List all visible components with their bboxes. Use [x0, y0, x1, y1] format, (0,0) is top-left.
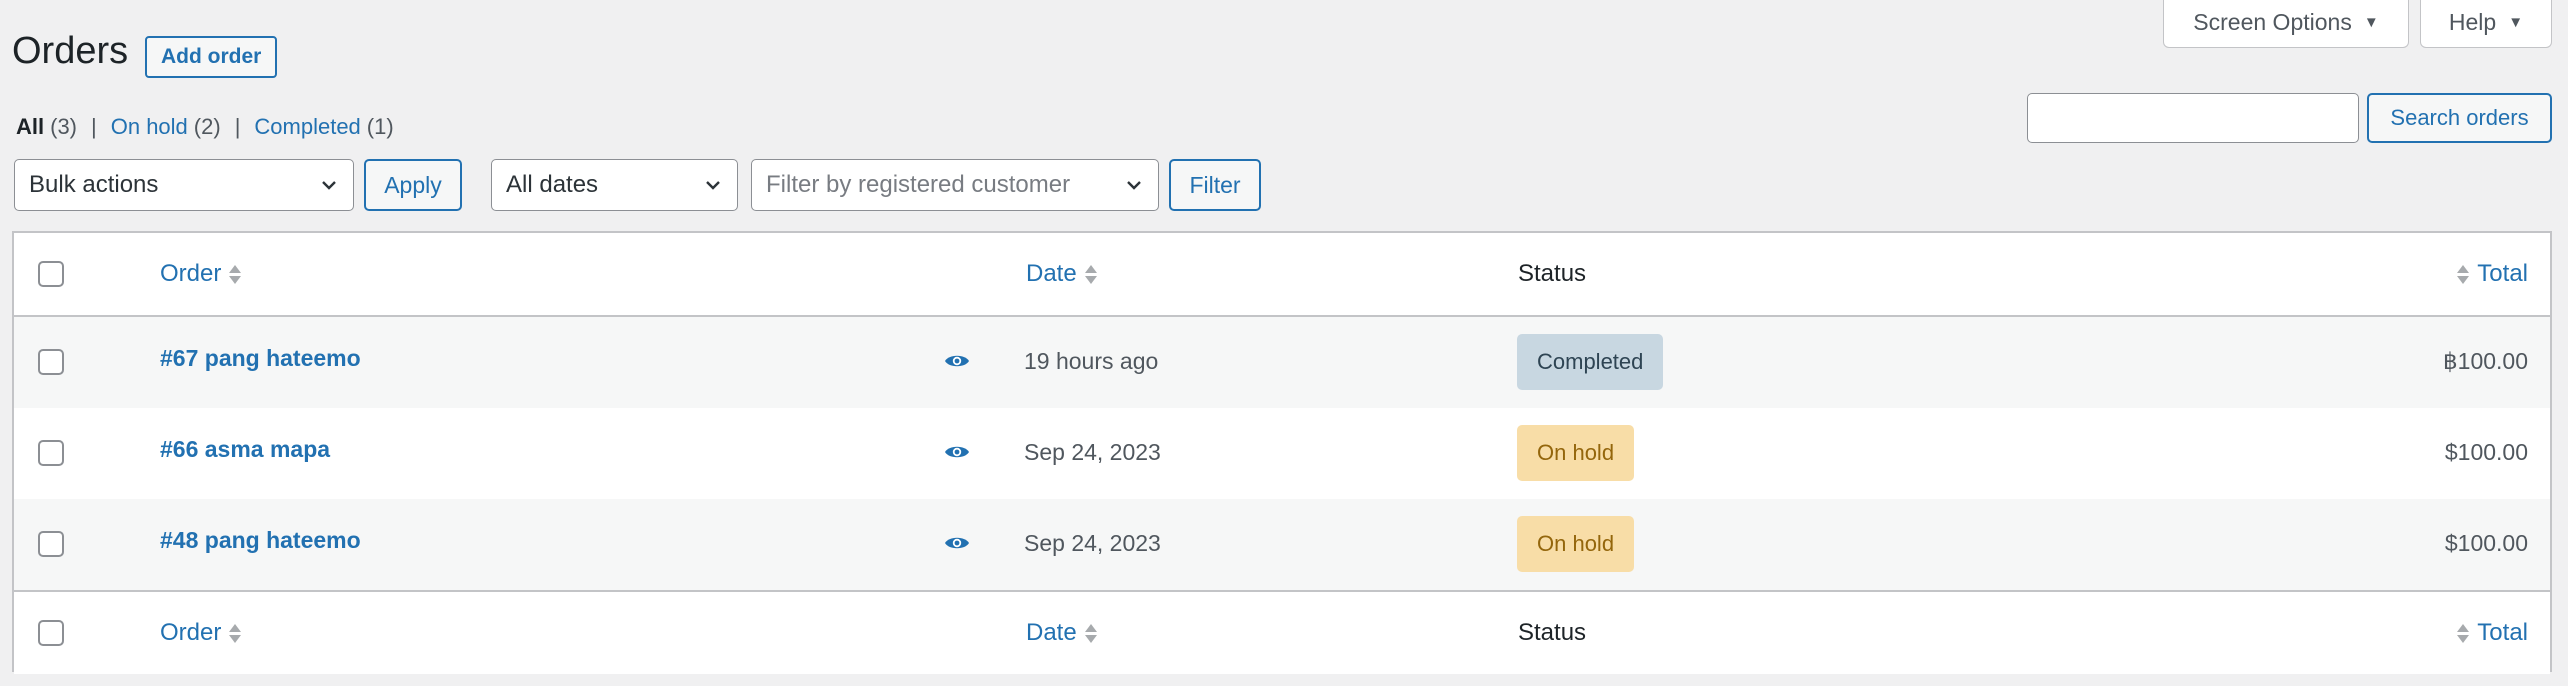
order-date: Sep 24, 2023 [1024, 530, 1161, 556]
eye-icon[interactable] [944, 443, 970, 461]
filter-button[interactable]: Filter [1169, 159, 1261, 211]
order-total: ฿100.00 [2443, 348, 2528, 374]
help-label: Help [2448, 9, 2497, 35]
page-title: Orders [12, 30, 129, 72]
status-badge: On hold [1517, 425, 1635, 481]
row-checkbox[interactable] [38, 440, 64, 466]
eye-icon[interactable] [944, 534, 970, 552]
date-column-header[interactable]: Date [1026, 617, 1097, 649]
filter-all-link[interactable]: All [16, 114, 44, 140]
order-date: Sep 24, 2023 [1024, 439, 1161, 465]
status-column-header: Status [1518, 258, 1586, 290]
eye-icon[interactable] [944, 352, 970, 370]
filter-separator: | [91, 114, 97, 139]
customer-filter-placeholder: Filter by registered customer [766, 171, 1071, 198]
row-checkbox[interactable] [38, 349, 64, 375]
order-link[interactable]: #67 pang hateemo [160, 345, 361, 372]
search-orders-input[interactable] [2027, 93, 2359, 143]
order-column-label: Order [160, 619, 222, 646]
chevron-down-icon [1127, 181, 1141, 190]
bulk-actions-value: Bulk actions [29, 171, 159, 198]
filter-on-hold-link[interactable]: On hold [111, 114, 188, 140]
dates-select[interactable]: All dates [491, 159, 738, 211]
sort-arrows-icon [229, 264, 242, 284]
customer-filter-select[interactable]: Filter by registered customer [751, 159, 1159, 211]
sort-arrows-icon [2457, 264, 2470, 284]
order-total: $100.00 [2444, 439, 2528, 465]
order-column-header[interactable]: Order [160, 617, 242, 649]
order-column-label: Order [160, 260, 222, 287]
row-checkbox[interactable] [38, 531, 64, 557]
status-column-header: Status [1518, 617, 1586, 649]
filter-separator: | [234, 114, 241, 139]
date-column-label: Date [1026, 619, 1077, 646]
search-orders-button[interactable]: Search orders [2367, 93, 2552, 143]
filter-on-hold-count: (2) [193, 114, 221, 139]
date-column-label: Date [1026, 260, 1077, 287]
help-button[interactable]: Help ▼ [2420, 0, 2552, 48]
status-badge: On hold [1517, 516, 1635, 572]
filter-completed-count: (1) [366, 114, 394, 139]
select-all-checkbox[interactable] [38, 261, 64, 287]
chevron-down-icon [706, 181, 720, 190]
chevron-down-icon [322, 181, 336, 190]
triangle-down-icon: ▼ [2363, 14, 2379, 31]
filter-completed-link[interactable]: Completed [254, 114, 360, 140]
order-date: 19 hours ago [1024, 348, 1159, 374]
apply-button[interactable]: Apply [364, 159, 462, 211]
table-header: Order Date Status Total [14, 233, 2550, 317]
status-badge: Completed [1517, 334, 1664, 390]
sort-arrows-icon [1084, 623, 1097, 643]
triangle-down-icon: ▼ [2508, 14, 2524, 31]
add-order-button[interactable]: Add order [145, 36, 278, 78]
screen-options-label: Screen Options [2193, 9, 2352, 35]
select-all-checkbox[interactable] [38, 620, 64, 646]
total-column-label: Total [2477, 619, 2528, 646]
dates-value: All dates [506, 171, 599, 198]
orders-table: Order Date Status Total #67 pang hateemo… [12, 231, 2552, 674]
order-column-header[interactable]: Order [160, 258, 242, 290]
filter-all-count: (3) [50, 114, 78, 139]
screen-options-button[interactable]: Screen Options ▼ [2163, 0, 2409, 48]
sort-arrows-icon [229, 623, 242, 643]
order-total: $100.00 [2444, 530, 2528, 556]
bulk-actions-select[interactable]: Bulk actions [14, 159, 354, 211]
total-column-label: Total [2477, 260, 2528, 287]
status-filter-links: All (3) | On hold (2) | Completed (1) [16, 114, 394, 140]
sort-arrows-icon [2457, 623, 2470, 643]
sort-arrows-icon [1084, 264, 1097, 284]
total-column-header[interactable]: Total [2457, 617, 2528, 649]
table-footer: Order Date Status Total [14, 590, 2550, 674]
order-link[interactable]: #48 pang hateemo [160, 527, 361, 554]
date-column-header[interactable]: Date [1026, 258, 1097, 290]
table-row: #67 pang hateemo 19 hours ago Completed … [14, 317, 2550, 408]
status-column-label: Status [1518, 260, 1587, 287]
table-row: #48 pang hateemo Sep 24, 2023 On hold $1… [14, 499, 2550, 590]
order-link[interactable]: #66 asma mapa [160, 436, 330, 463]
total-column-header[interactable]: Total [2457, 258, 2528, 290]
table-row: #66 asma mapa Sep 24, 2023 On hold $100.… [14, 408, 2550, 499]
status-column-label: Status [1518, 619, 1587, 646]
